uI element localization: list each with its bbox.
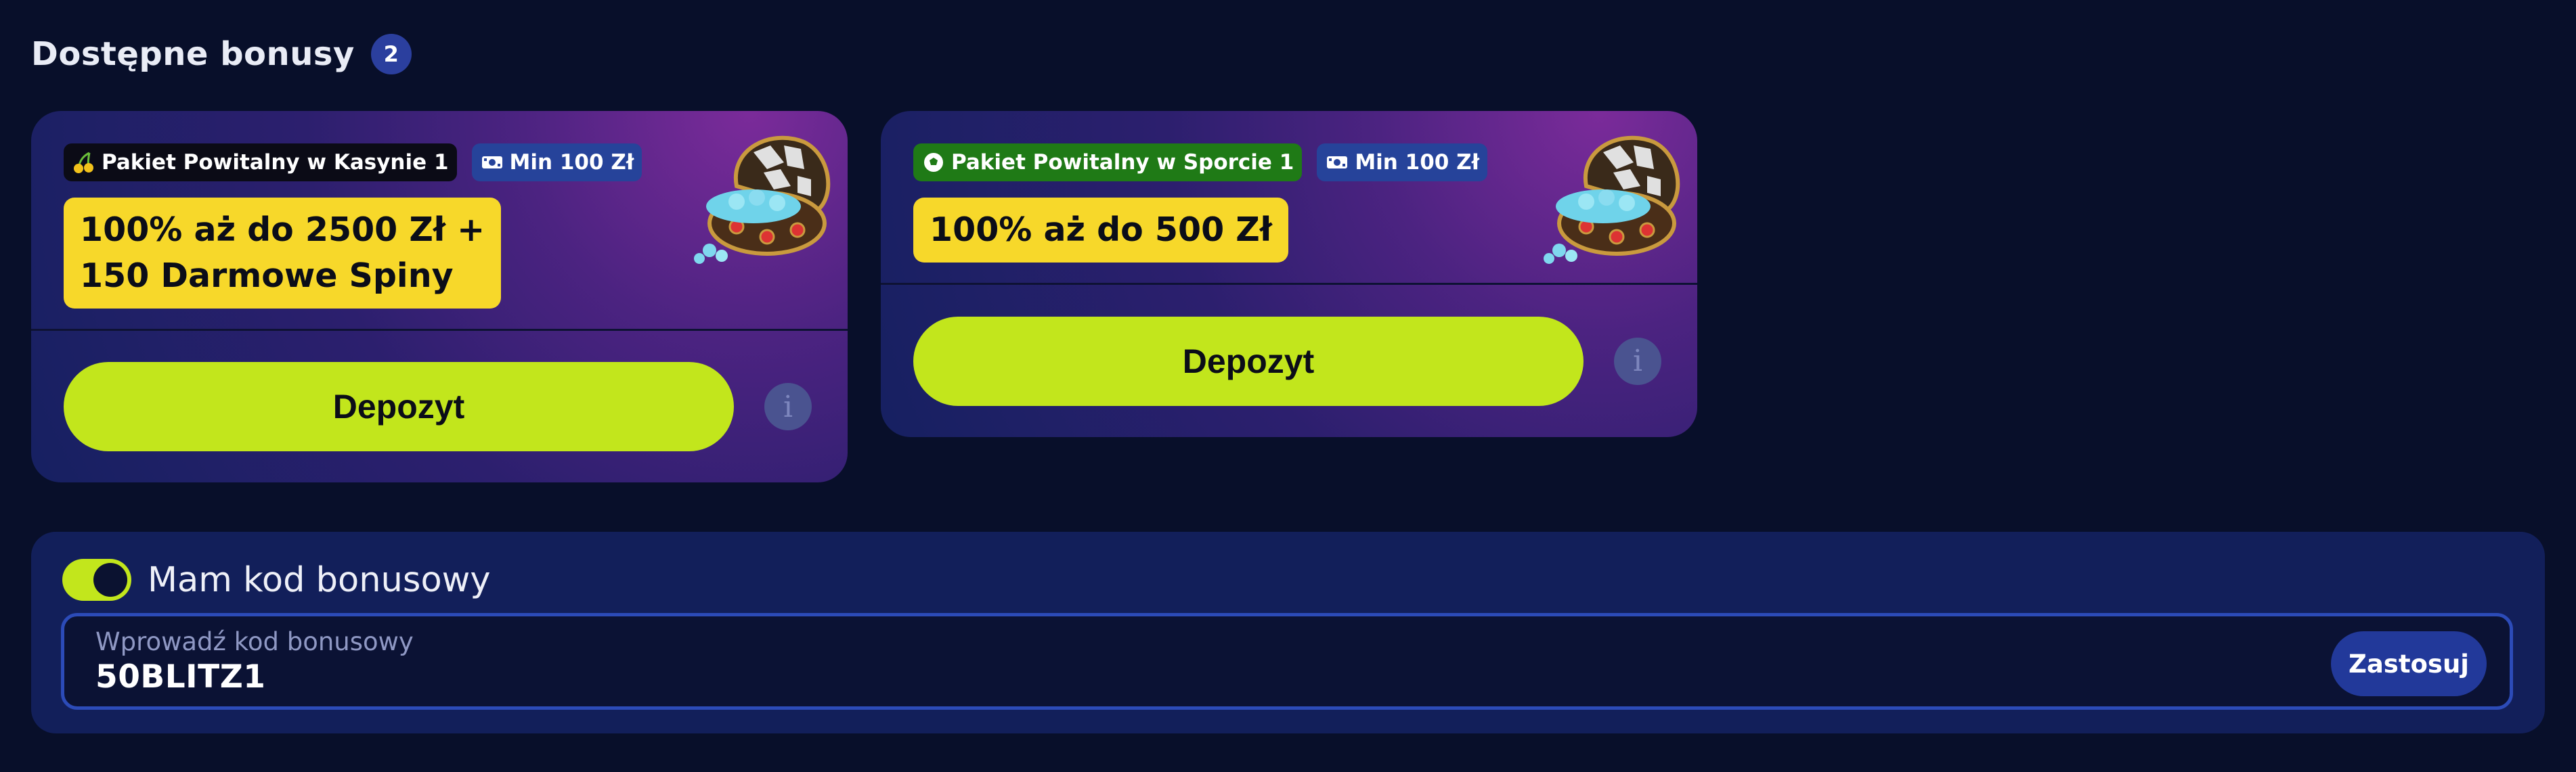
bonus-code-toggle[interactable] xyxy=(62,559,131,601)
bonus-card-casino: Pakiet Powitalny w Kasynie 1 Min 100 Zł … xyxy=(31,111,848,482)
info-icon[interactable]: i xyxy=(1614,337,1661,385)
treasure-chest-icon xyxy=(1539,122,1688,271)
bonus-offer-line1: 100% aż do 2500 Zł + xyxy=(80,210,485,249)
min-deposit-label: Min 100 Zł xyxy=(1355,150,1480,175)
banknote-icon xyxy=(480,150,504,175)
bonus-offer: 100% aż do 2500 Zł + 150 Darmowe Spiny xyxy=(64,198,502,309)
page-title: Dostępne bonusy xyxy=(31,35,355,73)
banknote-icon xyxy=(1325,150,1349,175)
bonus-code-toggle-row: Mam kod bonusowy xyxy=(62,559,491,601)
soccer-ball-icon xyxy=(921,150,946,175)
bonus-card-sport: Pakiet Powitalny w Sporcie 1 Min 100 Zł … xyxy=(881,111,1697,437)
bonus-code-panel: Mam kod bonusowy Wprowadź kod bonusowy 5… xyxy=(31,532,2545,733)
bonus-tag-label: Pakiet Powitalny w Sporcie 1 xyxy=(951,150,1294,175)
bonus-tag-casino: Pakiet Powitalny w Kasynie 1 xyxy=(64,143,457,181)
deposit-button[interactable]: Depozyt xyxy=(913,316,1584,406)
bonus-tag-label: Pakiet Powitalny w Kasynie 1 xyxy=(102,150,449,175)
bonus-tag-sport: Pakiet Powitalny w Sporcie 1 xyxy=(913,143,1303,181)
deposit-button[interactable]: Depozyt xyxy=(64,362,734,451)
cherries-icon xyxy=(72,150,96,175)
bonus-code-input-value[interactable]: 50BLITZ1 xyxy=(95,658,266,696)
bonus-code-toggle-label: Mam kod bonusowy xyxy=(148,560,491,600)
apply-code-button[interactable]: Zastosuj xyxy=(2331,631,2487,696)
bonus-count-badge: 2 xyxy=(370,34,412,74)
treasure-chest-icon xyxy=(689,122,838,271)
bonuses-header: Dostępne bonusy 2 xyxy=(31,34,412,74)
min-deposit-tag: Min 100 Zł xyxy=(1317,143,1488,181)
bonus-code-input[interactable]: Wprowadź kod bonusowy 50BLITZ1 Zastosuj xyxy=(61,613,2513,710)
bonus-offer-line2: 150 Darmowe Spiny xyxy=(80,256,454,295)
min-deposit-label: Min 100 Zł xyxy=(509,150,634,175)
bonus-offer-line1: 100% aż do 500 Zł xyxy=(930,210,1272,249)
min-deposit-tag: Min 100 Zł xyxy=(471,143,642,181)
info-icon[interactable]: i xyxy=(764,383,812,430)
bonus-offer: 100% aż do 500 Zł xyxy=(913,198,1288,263)
toggle-knob xyxy=(93,563,127,597)
bonus-code-input-label: Wprowadź kod bonusowy xyxy=(95,627,414,656)
